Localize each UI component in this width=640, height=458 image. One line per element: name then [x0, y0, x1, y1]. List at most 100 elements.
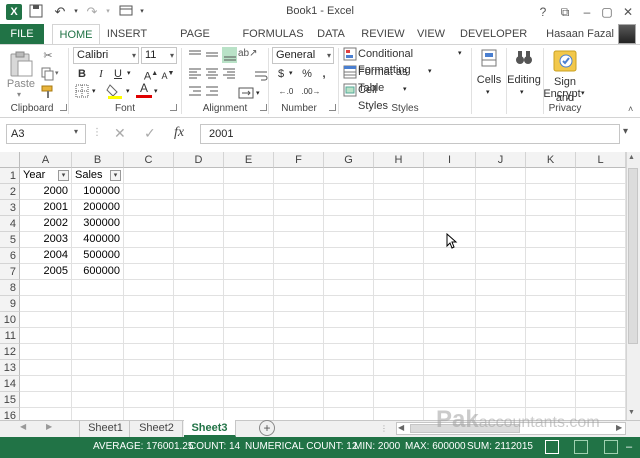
horizontal-scroll-thumb[interactable] [410, 424, 520, 433]
cell-a7[interactable]: 2005 [20, 264, 72, 280]
cell-e3[interactable] [224, 200, 274, 216]
cell-b7[interactable]: 600000 [72, 264, 124, 280]
cell-c14[interactable] [124, 376, 174, 392]
cell-k2[interactable] [526, 184, 576, 200]
cell-styles-button[interactable]: Cell Styles [358, 82, 404, 112]
cell-f15[interactable] [274, 392, 324, 408]
cell-f8[interactable] [274, 280, 324, 296]
cell-b4[interactable]: 300000 [72, 216, 124, 232]
cell-f11[interactable] [274, 328, 324, 344]
cell-b8[interactable] [72, 280, 124, 296]
cell-l15[interactable] [576, 392, 626, 408]
cut-icon[interactable]: ✂ [40, 48, 56, 64]
cell-l13[interactable] [576, 360, 626, 376]
row-header-13[interactable]: 13 [0, 360, 20, 376]
increase-font-icon[interactable]: A▲ [143, 66, 159, 83]
normal-view-icon[interactable] [545, 440, 559, 454]
cell-a2[interactable]: 2000 [20, 184, 72, 200]
cell-l3[interactable] [576, 200, 626, 216]
cell-h5[interactable] [374, 232, 424, 248]
page-break-view-icon[interactable] [604, 440, 618, 454]
column-header-c[interactable]: C [124, 152, 174, 168]
cell-b1[interactable]: Sales ▾ [72, 168, 124, 184]
cell-b15[interactable] [72, 392, 124, 408]
cell-c11[interactable] [124, 328, 174, 344]
cell-i12[interactable] [424, 344, 476, 360]
column-header-h[interactable]: H [374, 152, 424, 168]
cell-l1[interactable] [576, 168, 626, 184]
cell-i2[interactable] [424, 184, 476, 200]
cell-l6[interactable] [576, 248, 626, 264]
cell-i7[interactable] [424, 264, 476, 280]
cell-b14[interactable] [72, 376, 124, 392]
cell-i4[interactable] [424, 216, 476, 232]
cell-l9[interactable] [576, 296, 626, 312]
cell-e9[interactable] [224, 296, 274, 312]
cell-e2[interactable] [224, 184, 274, 200]
conditional-formatting-button[interactable]: Conditional Formatting [358, 46, 458, 76]
cell-f12[interactable] [274, 344, 324, 360]
cell-g12[interactable] [324, 344, 374, 360]
cell-h11[interactable] [374, 328, 424, 344]
column-header-g[interactable]: G [324, 152, 374, 168]
cell-f13[interactable] [274, 360, 324, 376]
cell-i1[interactable] [424, 168, 476, 184]
copy-dropdown-icon[interactable]: ▾ [55, 69, 59, 77]
status-min[interactable]: MIN: 2000 [354, 441, 400, 452]
cell-g5[interactable] [324, 232, 374, 248]
row-header-14[interactable]: 14 [0, 376, 20, 392]
cell-e6[interactable] [224, 248, 274, 264]
row-header-4[interactable]: 4 [0, 216, 20, 232]
cell-e4[interactable] [224, 216, 274, 232]
cell-e1[interactable] [224, 168, 274, 184]
editing-dropdown-icon[interactable]: ▾ [520, 88, 524, 96]
column-header-e[interactable]: E [224, 152, 274, 168]
cell-k12[interactable] [526, 344, 576, 360]
cell-a5[interactable]: 2003 [20, 232, 72, 248]
filter-dropdown-icon[interactable]: ▾ [110, 170, 121, 181]
row-header-11[interactable]: 11 [0, 328, 20, 344]
status-count[interactable]: COUNT: 14 [189, 441, 240, 452]
cell-a13[interactable] [20, 360, 72, 376]
cell-h12[interactable] [374, 344, 424, 360]
select-all-corner[interactable] [0, 152, 20, 168]
cell-g3[interactable] [324, 200, 374, 216]
cell-d15[interactable] [174, 392, 224, 408]
cell-l2[interactable] [576, 184, 626, 200]
cell-f10[interactable] [274, 312, 324, 328]
cell-e11[interactable] [224, 328, 274, 344]
cell-j6[interactable] [476, 248, 526, 264]
page-layout-view-icon[interactable] [574, 440, 588, 454]
status-average[interactable]: AVERAGE: 176001.25 [93, 441, 193, 452]
cell-d7[interactable] [174, 264, 224, 280]
comma-button[interactable]: , [318, 66, 330, 82]
cell-a11[interactable] [20, 328, 72, 344]
underline-button[interactable]: U [111, 66, 125, 82]
cell-h7[interactable] [374, 264, 424, 280]
tab-page-layout[interactable]: PAGE LAYOUT [158, 24, 232, 60]
row-header-8[interactable]: 8 [0, 280, 20, 296]
sheet-tab-2[interactable]: Sheet2 [131, 420, 183, 437]
cell-c12[interactable] [124, 344, 174, 360]
cell-d13[interactable] [174, 360, 224, 376]
cell-h14[interactable] [374, 376, 424, 392]
cell-h3[interactable] [374, 200, 424, 216]
cell-c8[interactable] [124, 280, 174, 296]
cell-j10[interactable] [476, 312, 526, 328]
cell-d9[interactable] [174, 296, 224, 312]
column-header-i[interactable]: I [424, 152, 476, 168]
cell-d5[interactable] [174, 232, 224, 248]
bold-button[interactable]: B [75, 66, 89, 82]
cell-c10[interactable] [124, 312, 174, 328]
cell-a14[interactable] [20, 376, 72, 392]
cell-c6[interactable] [124, 248, 174, 264]
zoom-out-icon[interactable]: – [626, 441, 632, 453]
cell-j9[interactable] [476, 296, 526, 312]
row-header-6[interactable]: 6 [0, 248, 20, 264]
ribbon-display-icon[interactable]: ⧉ [556, 3, 574, 21]
cell-d8[interactable] [174, 280, 224, 296]
tab-review[interactable]: REVIEW [360, 24, 406, 44]
cell-i13[interactable] [424, 360, 476, 376]
paste-dropdown-icon[interactable]: ▾ [17, 90, 21, 99]
next-sheet-icon[interactable]: ▶ [46, 422, 52, 431]
